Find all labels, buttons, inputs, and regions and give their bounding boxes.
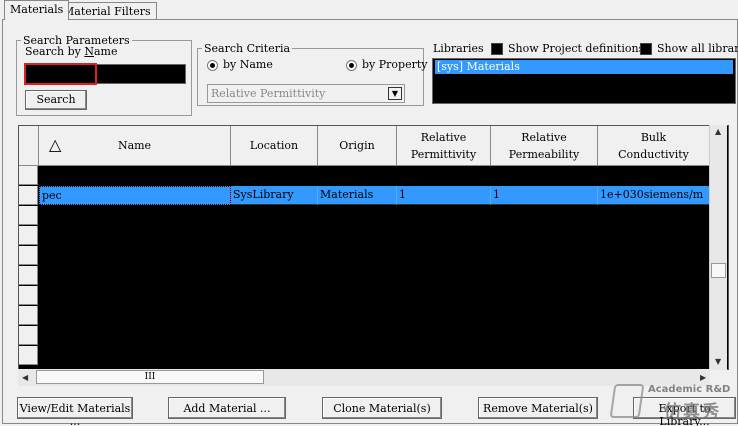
property-select[interactable]: Relative Permittivity ▼: [207, 84, 405, 103]
row-header[interactable]: [19, 286, 38, 305]
column-header-origin-label: Origin: [339, 139, 375, 152]
cell-location[interactable]: SysLibrary: [231, 186, 318, 205]
export-to-library-label: Export to Library...: [658, 402, 711, 426]
search-button-label: Search: [36, 93, 76, 106]
column-header-location[interactable]: Location: [231, 126, 318, 166]
cell-name[interactable]: pec: [39, 186, 231, 205]
add-material-button[interactable]: Add Material ...: [168, 397, 286, 419]
property-select-value: Relative Permittivity: [211, 87, 326, 100]
row-header[interactable]: [19, 166, 38, 185]
tab-material-filters-label: Material Filters: [63, 5, 151, 18]
add-material-label: Add Material ...: [183, 402, 271, 415]
vertical-scrollbar[interactable]: ▲ ▼: [709, 125, 727, 370]
view-edit-materials-button[interactable]: View/Edit Materials ...: [17, 397, 133, 426]
tab-materials[interactable]: Materials: [4, 0, 70, 20]
by-name-radio[interactable]: [207, 60, 218, 71]
clone-material-label: Clone Material(s): [333, 402, 431, 415]
libraries-label: Libraries: [433, 42, 484, 55]
search-criteria-legend: Search Criteria: [204, 42, 291, 55]
remove-material-label: Remove Material(s): [483, 402, 593, 415]
row-header[interactable]: [19, 206, 38, 225]
row-header[interactable]: [19, 246, 38, 265]
row-header[interactable]: [19, 306, 38, 325]
scroll-left-icon[interactable]: ◀: [22, 373, 28, 382]
column-header-relative-permittivity-label: Relative Permittivity: [410, 130, 477, 161]
chevron-down-icon[interactable]: ▼: [388, 87, 402, 100]
horizontal-scrollbar[interactable]: ◀ III ▶: [18, 369, 710, 386]
column-header-relative-permeability-label: Relative Permeability: [508, 130, 580, 161]
scroll-grip: III: [144, 372, 156, 382]
search-input-highlight: [24, 63, 97, 85]
by-property-label: by Property: [362, 58, 428, 71]
row-header[interactable]: [19, 226, 38, 245]
libraries-list[interactable]: [sys] Materials: [432, 58, 736, 104]
column-header-relative-permeability[interactable]: Relative Permeability: [491, 126, 598, 166]
column-header-location-label: Location: [249, 139, 299, 152]
row-header[interactable]: [19, 266, 38, 285]
column-header-name[interactable]: △ Name: [39, 126, 231, 166]
remove-material-button[interactable]: Remove Material(s): [478, 397, 598, 419]
column-header-bulk-conductivity-label: Bulk Conductivity: [618, 130, 689, 161]
library-item-sys-materials[interactable]: [sys] Materials: [435, 60, 733, 74]
search-by-name-label: Search by Name: [25, 45, 118, 58]
row-header[interactable]: [19, 186, 38, 205]
by-name-label: by Name: [223, 58, 273, 71]
search-button[interactable]: Search: [25, 90, 87, 110]
clone-material-button[interactable]: Clone Material(s): [322, 397, 442, 419]
cell-relative-permeability[interactable]: 1: [491, 186, 598, 205]
export-to-library-button[interactable]: Export to Library...: [633, 397, 736, 426]
horizontal-scroll-thumb[interactable]: III: [36, 370, 264, 384]
row-header[interactable]: [19, 326, 38, 345]
by-property-radio[interactable]: [346, 60, 357, 71]
column-header-relative-permittivity[interactable]: Relative Permittivity: [397, 126, 491, 166]
column-header-name-label: Name: [117, 139, 152, 152]
sort-ascending-icon: △: [49, 135, 62, 154]
column-header-origin[interactable]: Origin: [318, 126, 397, 166]
cell-origin[interactable]: Materials: [318, 186, 397, 205]
materials-grid[interactable]: △ Name Location Origin Relative Permitti…: [18, 125, 729, 370]
cell-relative-permittivity[interactable]: 1: [397, 186, 491, 205]
show-all-libraries-label: Show all libraries: [657, 42, 738, 55]
grid-corner: [19, 126, 39, 166]
scroll-down-icon[interactable]: ▼: [715, 357, 721, 366]
column-header-bulk-conductivity[interactable]: Bulk Conductivity: [598, 126, 710, 166]
row-header[interactable]: [19, 346, 38, 365]
scroll-right-icon[interactable]: ▶: [700, 373, 706, 382]
cell-bulk-conductivity[interactable]: 1e+030siemens/m: [598, 186, 710, 205]
vertical-scroll-thumb[interactable]: [711, 263, 726, 278]
scroll-up-icon[interactable]: ▲: [715, 127, 721, 136]
show-all-libraries-checkbox[interactable]: [640, 43, 652, 55]
show-project-definitions-label: Show Project definitions: [508, 42, 645, 55]
tab-materials-label: Materials: [10, 3, 64, 16]
show-project-definitions-checkbox[interactable]: [491, 43, 503, 55]
